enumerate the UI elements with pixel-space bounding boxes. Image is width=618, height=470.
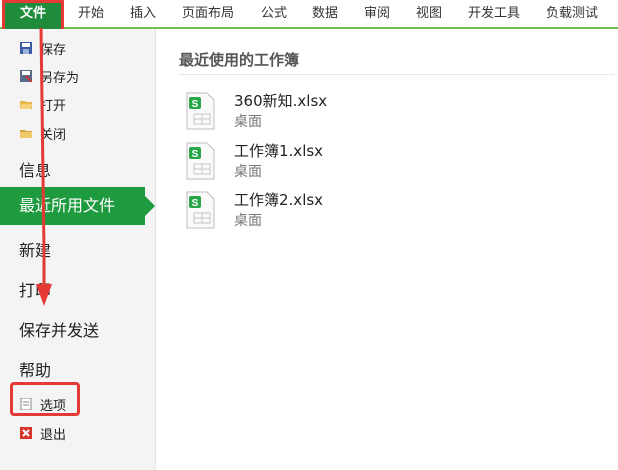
close-label: 关闭 (40, 127, 67, 143)
nav-save-send[interactable]: 保存并发送 (19, 317, 99, 341)
file-location: 桌面 (234, 114, 262, 130)
svg-text:S: S (192, 99, 199, 110)
close-command[interactable]: 关闭 (20, 122, 66, 144)
file-name: 工作簿1.xlsx (234, 142, 324, 160)
nav-new[interactable]: 新建 (19, 237, 51, 261)
nav-help[interactable]: 帮助 (19, 357, 51, 381)
exit-label: 退出 (40, 427, 67, 443)
exit-icon (20, 427, 32, 439)
svg-text:S: S (192, 149, 199, 160)
recent-file-item[interactable]: S 工作簿2.xlsx 桌面 (185, 189, 585, 233)
save-icon (20, 42, 32, 54)
open-command[interactable]: 打开 (20, 93, 66, 115)
svg-text:S: S (192, 198, 199, 209)
nav-print[interactable]: 打印 (19, 277, 51, 301)
nav-recent[interactable]: 最近所用文件 (0, 187, 155, 225)
recent-file-item[interactable]: S 工作簿1.xlsx 桌面 (185, 140, 585, 184)
tab-page-layout[interactable]: 页面布局 (182, 0, 234, 27)
open-label: 打开 (40, 98, 67, 114)
tab-data[interactable]: 数据 (312, 0, 338, 27)
tab-view[interactable]: 视图 (416, 0, 442, 27)
options-label: 选项 (40, 398, 67, 414)
excel-file-icon: S (185, 142, 215, 180)
tab-insert[interactable]: 插入 (130, 0, 156, 27)
excel-file-icon: S (185, 92, 215, 130)
tab-formulas[interactable]: 公式 (261, 0, 287, 27)
tab-home[interactable]: 开始 (78, 0, 104, 27)
file-name: 工作簿2.xlsx (234, 191, 324, 209)
save-command[interactable]: 保存 (20, 37, 66, 59)
recent-file-item[interactable]: S 360新知.xlsx 桌面 (185, 90, 585, 134)
file-location: 桌面 (234, 164, 262, 180)
save-label: 保存 (40, 42, 67, 58)
tab-review[interactable]: 审阅 (364, 0, 390, 27)
file-name: 360新知.xlsx (234, 92, 328, 110)
tab-developer[interactable]: 开发工具 (468, 0, 520, 27)
excel-file-icon: S (185, 191, 215, 229)
save-as-command[interactable]: 另存为 (20, 65, 79, 87)
divider (179, 74, 614, 75)
options-command[interactable]: 选项 (20, 393, 66, 415)
close-folder-icon (20, 127, 32, 139)
save-as-label: 另存为 (40, 70, 80, 86)
file-location: 桌面 (234, 213, 262, 229)
backstage-nav: 保存 另存为 打开 关闭 信息 最近所用文件 新建 打印 保存并发送 帮助 选项… (0, 29, 156, 470)
save-as-icon (20, 70, 33, 83)
tab-load-test[interactable]: 负载测试 (546, 0, 598, 27)
recent-workbooks-title: 最近使用的工作簿 (179, 51, 300, 69)
open-folder-icon (20, 98, 32, 110)
exit-command[interactable]: 退出 (20, 422, 66, 444)
options-icon (20, 397, 32, 411)
ribbon-tabs: 文件 开始 插入 页面布局 公式 数据 审阅 视图 开发工具 负载测试 (0, 0, 618, 44)
nav-info[interactable]: 信息 (19, 157, 51, 181)
